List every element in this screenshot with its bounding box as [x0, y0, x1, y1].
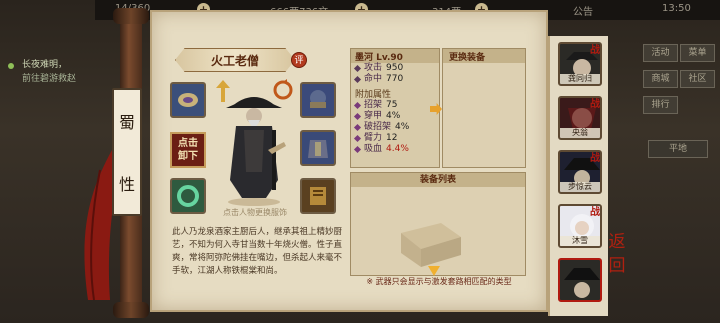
menu-community[interactable]: 社区: [680, 70, 715, 88]
hero-card[interactable]: 战 步惊云: [558, 150, 602, 194]
menu-shop[interactable]: 商城: [643, 70, 678, 88]
comment-button[interactable]: 评: [291, 52, 307, 68]
hero-card[interactable]: 战 央翁: [558, 96, 602, 140]
hero-portrait[interactable]: [212, 90, 296, 208]
manual-icon: [310, 187, 326, 205]
quest-line-2: 前往碧游救赵: [22, 74, 77, 84]
back-button[interactable]: 返 回: [602, 230, 632, 300]
equip-slot-ring[interactable]: [170, 178, 206, 214]
equipped-weapon-stats: 墨河 Lv.90 攻击 950 命中 770 附加属性 招架 75 穿甲 4% 破招架 4…: [350, 48, 440, 168]
hero-roster: 战 龚同归 战 央翁 战 步惊云 战 沐雪: [548, 36, 608, 316]
jade-ring-icon: [177, 185, 199, 207]
sect-mark-icon: 战: [590, 45, 600, 56]
extra-row: 穿甲 4%: [351, 111, 439, 122]
replace-equipment-title: 更换装备: [443, 49, 525, 63]
sect-label: 蜀 性: [112, 88, 142, 216]
equip-slot-book[interactable]: [300, 178, 336, 214]
hero-card[interactable]: 战 龚同归: [558, 42, 602, 86]
equip-slot-head[interactable]: [300, 82, 336, 118]
terrain-label: 平地: [648, 140, 708, 158]
equipped-weapon-title: 墨河 Lv.90: [351, 49, 439, 63]
unequip-button[interactable]: 点击 卸下: [170, 132, 206, 168]
extra-row: 吸血 4.4%: [351, 144, 439, 155]
notice-button[interactable]: 公告: [573, 3, 593, 18]
sect-mark-icon: 战: [590, 207, 600, 218]
clock: 13:50: [662, 3, 691, 14]
hero-bio: 此人乃龙泉酒家主厨后人，继承其祖上精妙厨艺，不知为何入寺甘当数十年烧火僧。性子直…: [172, 227, 343, 276]
quest-line-1: 长夜难明，: [22, 60, 68, 70]
equipment-list-title: 装备列表: [351, 173, 525, 187]
hero-name: 火工老僧: [175, 48, 295, 72]
hero-avatar: [564, 268, 600, 298]
empty-box-icon: [401, 223, 461, 267]
extra-attr-header: 附加属性: [355, 90, 392, 100]
armor-icon: [308, 140, 328, 158]
stat-row: 命中 770: [351, 74, 439, 85]
quest-dot-icon: [8, 63, 14, 69]
sect-mark-icon: 战: [590, 99, 600, 110]
extra-row: 臂力 12: [351, 133, 439, 144]
bracer-icon: [178, 93, 198, 107]
menu-activity[interactable]: 活动: [643, 44, 678, 62]
menu-rank[interactable]: 排行: [643, 96, 678, 114]
replace-equipment-panel: 更换装备: [442, 48, 526, 168]
equipment-list[interactable]: 装备列表: [350, 172, 526, 276]
menu-main[interactable]: 菜单: [680, 44, 715, 62]
equip-slot-bracer[interactable]: [170, 82, 206, 118]
equip-slot-armor[interactable]: [300, 130, 336, 166]
equipment-note: ※ 武器只会显示与激发套路相匹配的类型: [366, 277, 512, 286]
portrait-tip: 点击人物更换服饰: [223, 208, 287, 217]
hero-card-selected[interactable]: [558, 258, 602, 302]
quest-tracker[interactable]: 长夜难明， 前往碧游救赵: [0, 50, 100, 100]
stat-row: 攻击 950: [351, 63, 439, 74]
helmet-icon: [310, 90, 326, 108]
extra-row: 破招架 4%: [351, 122, 439, 133]
hero-card[interactable]: 战 沐雪: [558, 204, 602, 248]
sect-mark-icon: 战: [590, 153, 600, 164]
extra-row: 招架 75: [351, 100, 439, 111]
